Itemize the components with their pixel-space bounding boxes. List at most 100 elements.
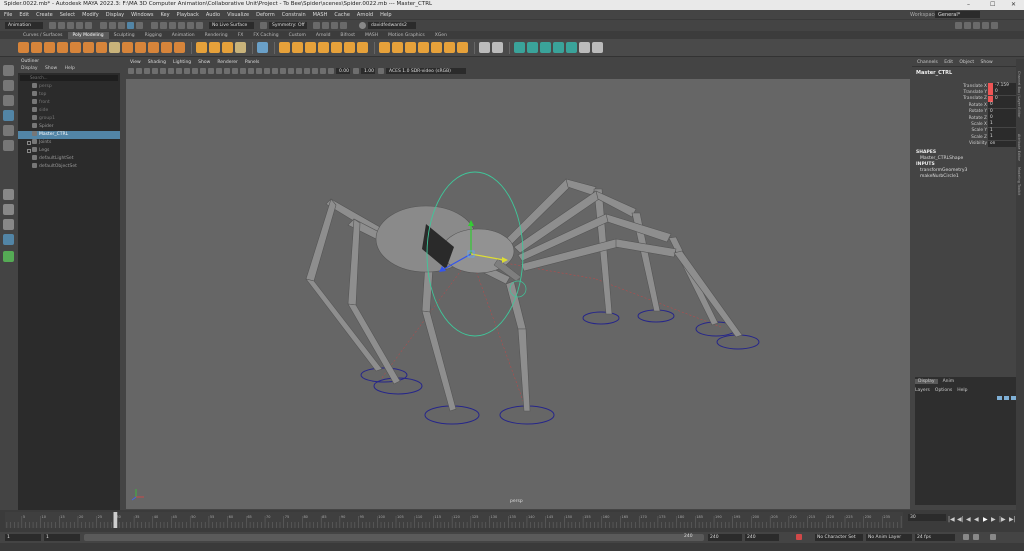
- poly-disc-icon[interactable]: [96, 42, 107, 53]
- end-time-field[interactable]: 240: [745, 534, 779, 541]
- bridge-icon[interactable]: [292, 42, 303, 53]
- menu-arnold[interactable]: Arnold: [357, 12, 373, 18]
- snap-grid-icon[interactable]: [151, 22, 158, 29]
- rotate-tool-icon[interactable]: [3, 125, 14, 136]
- uv-editor-icon[interactable]: [492, 42, 503, 53]
- textured-icon[interactable]: [240, 68, 246, 74]
- gamma-icon[interactable]: [353, 68, 359, 74]
- step-back-frame-icon[interactable]: ◀: [966, 516, 971, 523]
- mirror-icon[interactable]: [418, 42, 429, 53]
- menu-mash[interactable]: MASH: [313, 12, 328, 18]
- viewport-menu-view[interactable]: View: [130, 60, 141, 65]
- four-view-layout-icon[interactable]: [3, 204, 14, 215]
- xray-joints-icon[interactable]: [312, 68, 318, 74]
- menu-audio[interactable]: Audio: [206, 12, 220, 18]
- user-avatar-icon[interactable]: [359, 22, 366, 29]
- xray-active-components-icon[interactable]: [320, 68, 326, 74]
- reduce-icon[interactable]: [405, 42, 416, 53]
- separate-icon[interactable]: [379, 42, 390, 53]
- outliner-item[interactable]: defaultLightSet: [18, 155, 120, 163]
- viewport-menu-lighting[interactable]: Lighting: [173, 60, 191, 65]
- play-forward-icon[interactable]: ▶: [983, 516, 988, 523]
- tool-settings-icon[interactable]: [982, 22, 989, 29]
- depth-of-field-icon[interactable]: [288, 68, 294, 74]
- shelf-tab-xgen[interactable]: XGen: [430, 32, 452, 39]
- gamma-field[interactable]: 1.00: [361, 68, 375, 74]
- perspective-viewport[interactable]: persp: [126, 79, 910, 509]
- poly-type-icon[interactable]: [222, 42, 233, 53]
- outliner-item[interactable]: group1: [18, 115, 120, 123]
- safe-title-icon[interactable]: [208, 68, 214, 74]
- cylindrical-mapping-icon[interactable]: [527, 42, 538, 53]
- close-button[interactable]: ✕: [1011, 1, 1016, 8]
- unfold-uv-icon[interactable]: [566, 42, 577, 53]
- poly-superellipse-icon[interactable]: [109, 42, 120, 53]
- target-weld-icon[interactable]: [357, 42, 368, 53]
- color-management-icon[interactable]: [378, 68, 384, 74]
- side-tab-channel-box[interactable]: Channel Box / Layer Editor: [1017, 71, 1021, 118]
- shelf-tab-curves-surfaces[interactable]: Curves / Surfaces: [18, 32, 68, 39]
- start-time-field[interactable]: 1: [5, 534, 41, 541]
- channel-menu-object[interactable]: Object: [959, 60, 974, 65]
- range-start-field[interactable]: 1: [44, 534, 80, 541]
- outliner-item[interactable]: Master_CTRL: [18, 131, 120, 139]
- menu-playback[interactable]: Playback: [177, 12, 199, 18]
- smooth-shade-icon[interactable]: [224, 68, 230, 74]
- film-gate-icon[interactable]: [168, 68, 174, 74]
- layer-menu-layers[interactable]: Layers: [915, 388, 930, 393]
- select-hierarchy-icon[interactable]: [100, 22, 107, 29]
- poly-plane-icon[interactable]: [83, 42, 94, 53]
- playback-speed-icon[interactable]: [973, 534, 979, 540]
- paint-select-tool-icon[interactable]: [3, 95, 14, 106]
- outliner-item[interactable]: persp: [18, 83, 120, 91]
- motion-blur-icon[interactable]: [272, 68, 278, 74]
- fps-dropdown[interactable]: 24 fps: [915, 534, 955, 541]
- menuset-dropdown[interactable]: Animation: [5, 22, 43, 29]
- shelf-tab-mash[interactable]: MASH: [360, 32, 383, 39]
- smooth-icon[interactable]: [392, 42, 403, 53]
- shelf-tab-fx-caching[interactable]: FX Caching: [248, 32, 283, 39]
- combine-icon[interactable]: [257, 42, 268, 53]
- fill-hole-icon[interactable]: [331, 42, 342, 53]
- outliner-item[interactable]: Spider: [18, 123, 120, 131]
- append-polygon-icon[interactable]: [318, 42, 329, 53]
- anti-aliasing-icon[interactable]: [280, 68, 286, 74]
- menu-file[interactable]: File: [4, 12, 12, 18]
- select-object-icon[interactable]: [109, 22, 116, 29]
- retopologize-icon[interactable]: [444, 42, 455, 53]
- shelf-tab-rendering[interactable]: Rendering: [200, 32, 233, 39]
- shelf-tab-fx[interactable]: FX: [233, 32, 249, 39]
- character-controls-icon[interactable]: [964, 22, 971, 29]
- outliner-menu-show[interactable]: Show: [45, 66, 57, 71]
- grid-icon[interactable]: [160, 68, 166, 74]
- quad-draw-icon[interactable]: [479, 42, 490, 53]
- camera-attributes-icon[interactable]: [136, 68, 142, 74]
- new-scene-icon[interactable]: [49, 22, 56, 29]
- attribute-editor-icon[interactable]: [973, 22, 980, 29]
- sweep-mesh-icon[interactable]: [209, 42, 220, 53]
- outliner-item[interactable]: side: [18, 107, 120, 115]
- new-layer-icon[interactable]: [997, 396, 1002, 400]
- symmetry-icon[interactable]: [260, 22, 267, 29]
- exposure-icon[interactable]: [328, 68, 334, 74]
- expand-toggle-icon[interactable]: [27, 149, 31, 153]
- expand-toggle-icon[interactable]: [27, 141, 31, 145]
- menu-modify[interactable]: Modify: [82, 12, 99, 18]
- menu-help[interactable]: Help: [380, 12, 391, 18]
- maximize-button[interactable]: ☐: [990, 1, 995, 8]
- render-settings-icon[interactable]: [331, 22, 338, 29]
- layer-menu-options[interactable]: Options: [935, 388, 952, 393]
- redo-icon[interactable]: [85, 22, 92, 29]
- menu-visualize[interactable]: Visualize: [227, 12, 249, 18]
- outliner-item[interactable]: Joints: [18, 139, 120, 147]
- leg-controls[interactable]: [360, 309, 760, 425]
- menu-cache[interactable]: Cache: [334, 12, 350, 18]
- render-icon[interactable]: [313, 22, 320, 29]
- step-forward-key-icon[interactable]: |▶: [999, 516, 1006, 523]
- side-tab-modeling-toolkit[interactable]: Modeling Toolkit: [1017, 167, 1021, 195]
- poly-helix-icon[interactable]: [135, 42, 146, 53]
- extrude-icon[interactable]: [279, 42, 290, 53]
- channel-box-icon[interactable]: [991, 22, 998, 29]
- command-line[interactable]: [0, 543, 1024, 551]
- checker-icon[interactable]: [579, 42, 590, 53]
